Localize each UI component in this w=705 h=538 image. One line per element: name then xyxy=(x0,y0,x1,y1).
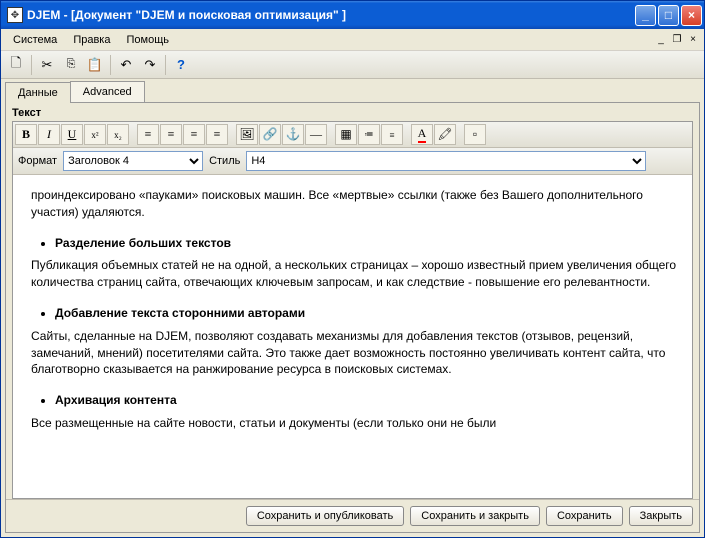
format-label: Формат xyxy=(16,155,59,167)
content-heading: Архивация контента xyxy=(55,392,680,409)
undo-icon[interactable]: ↶ xyxy=(115,54,137,76)
align-center-icon[interactable]: ≡ xyxy=(160,124,182,145)
insert-anchor-icon[interactable]: ⚓ xyxy=(282,124,304,145)
rich-text-editor: B I U x² x₂ ≡ ≡ ≡ ≡ 🖼 🔗 ⚓ — ▦ ≔ ≡ xyxy=(12,121,693,499)
copy-icon[interactable]: ⎘ xyxy=(60,54,82,76)
app-icon: ✥ xyxy=(7,7,23,23)
tab-strip: Данные Advanced xyxy=(1,81,704,102)
insert-image-icon[interactable]: 🖼 xyxy=(236,124,258,145)
window-title: DJEM - [Документ "DJEM и поисковая оптим… xyxy=(27,8,635,22)
separator xyxy=(31,55,32,75)
content-paragraph: проиндексировано «пауками» поисковых маш… xyxy=(31,187,680,221)
content-paragraph: Все размещенные на сайте новости, статьи… xyxy=(31,415,680,432)
save-and-close-button[interactable]: Сохранить и закрыть xyxy=(410,506,540,526)
paste-icon[interactable]: 📋 xyxy=(84,54,106,76)
clear-formatting-icon[interactable]: ▫ xyxy=(464,124,486,145)
separator xyxy=(110,55,111,75)
save-and-publish-button[interactable]: Сохранить и опубликовать xyxy=(246,506,404,526)
italic-icon[interactable]: I xyxy=(38,124,60,145)
window-close-button[interactable]: × xyxy=(681,5,702,26)
editor-toolbar: B I U x² x₂ ≡ ≡ ≡ ≡ 🖼 🔗 ⚓ — ▦ ≔ ≡ xyxy=(13,122,692,148)
align-left-icon[interactable]: ≡ xyxy=(137,124,159,145)
mdi-close-button[interactable]: × xyxy=(686,33,700,47)
bottom-button-bar: Сохранить и опубликовать Сохранить и зак… xyxy=(6,499,699,532)
cut-icon[interactable]: ✂ xyxy=(36,54,58,76)
underline-icon[interactable]: U xyxy=(61,124,83,145)
ordered-list-icon[interactable]: ≔ xyxy=(358,124,380,145)
new-document-icon[interactable]: 🗋 xyxy=(5,54,27,76)
app-window: ✥ DJEM - [Документ "DJEM и поисковая опт… xyxy=(0,0,705,538)
horizontal-rule-icon[interactable]: — xyxy=(305,124,327,145)
help-icon[interactable]: ? xyxy=(170,54,192,76)
main-toolbar: 🗋 ✂ ⎘ 📋 ↶ ↷ ? xyxy=(1,51,704,79)
style-select[interactable]: H4 xyxy=(246,151,646,171)
editor-content[interactable]: проиндексировано «пауками» поисковых маш… xyxy=(13,175,692,498)
menu-help[interactable]: Помощь xyxy=(118,31,177,49)
unordered-list-icon[interactable]: ≡ xyxy=(381,124,403,145)
content-paragraph: Публикация объемных статей не на одной, … xyxy=(31,257,680,291)
mdi-restore-button[interactable]: ❐ xyxy=(670,33,684,47)
style-label: Стиль xyxy=(207,155,242,167)
align-justify-icon[interactable]: ≡ xyxy=(206,124,228,145)
tab-advanced[interactable]: Advanced xyxy=(70,81,145,102)
insert-table-icon[interactable]: ▦ xyxy=(335,124,357,145)
bold-icon[interactable]: B xyxy=(15,124,37,145)
redo-icon[interactable]: ↷ xyxy=(139,54,161,76)
menubar: Система Правка Помощь _ ❐ × xyxy=(1,29,704,51)
maximize-button[interactable]: □ xyxy=(658,5,679,26)
editor-format-row: Формат Заголовок 4 Стиль H4 xyxy=(13,148,692,175)
tab-data[interactable]: Данные xyxy=(5,82,71,103)
titlebar[interactable]: ✥ DJEM - [Документ "DJEM и поисковая опт… xyxy=(1,1,704,29)
minimize-button[interactable]: _ xyxy=(635,5,656,26)
section-label-text: Текст xyxy=(6,103,699,121)
text-color-icon[interactable]: A xyxy=(411,124,433,145)
mdi-minimize-button[interactable]: _ xyxy=(654,33,668,47)
subscript-icon[interactable]: x₂ xyxy=(107,124,129,145)
insert-link-icon[interactable]: 🔗 xyxy=(259,124,281,145)
superscript-icon[interactable]: x² xyxy=(84,124,106,145)
menu-edit[interactable]: Правка xyxy=(65,31,118,49)
highlight-icon[interactable]: 🖍 xyxy=(434,124,456,145)
close-button[interactable]: Закрыть xyxy=(629,506,693,526)
content-paragraph: Сайты, сделанные на DJEM, позволяют созд… xyxy=(31,328,680,378)
format-select[interactable]: Заголовок 4 xyxy=(63,151,203,171)
tab-panel: Текст B I U x² x₂ ≡ ≡ ≡ ≡ 🖼 🔗 ⚓ — ▦ ≔ xyxy=(5,102,700,533)
save-button[interactable]: Сохранить xyxy=(546,506,623,526)
content-heading: Добавление текста сторонними авторами xyxy=(55,305,680,322)
menu-system[interactable]: Система xyxy=(5,31,65,49)
content-heading: Разделение больших текстов xyxy=(55,235,680,252)
align-right-icon[interactable]: ≡ xyxy=(183,124,205,145)
separator xyxy=(165,55,166,75)
